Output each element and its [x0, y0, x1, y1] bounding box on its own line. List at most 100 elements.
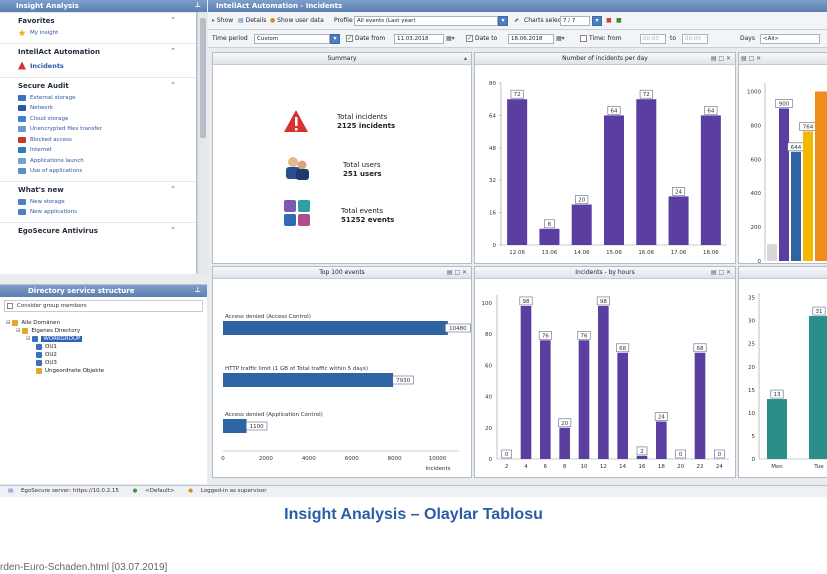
tree-node[interactable]: OU1 — [6, 343, 207, 351]
x-tick-label: 10 — [581, 464, 588, 470]
chevron-up-icon[interactable]: ⌃ — [170, 47, 176, 55]
calendar-icon[interactable]: ▦▾ — [556, 34, 565, 44]
export-pdf-icon[interactable]: ■ — [606, 16, 612, 26]
days-select[interactable]: <All> — [760, 34, 820, 44]
pin-icon[interactable]: ⊥ — [195, 1, 201, 9]
profile-status[interactable]: ● <Default> — [133, 488, 181, 494]
time-checkbox[interactable]: Time: from — [580, 34, 622, 44]
nav-item[interactable]: External storage — [0, 93, 196, 104]
user-status: ● Logged-in as supervisor — [188, 488, 272, 494]
incidents-by-hours-title: Incidents - by hours — [575, 269, 635, 276]
bar-value-label: 98 — [600, 299, 607, 305]
y-tick-label: 80 — [485, 332, 492, 338]
export-excel-icon[interactable]: ■ — [616, 16, 622, 26]
show-button[interactable]: ▸ Show — [212, 16, 233, 26]
nav-item[interactable]: Network — [0, 103, 196, 114]
bar-value-label: 76 — [542, 333, 549, 339]
nav-item-label: Network — [30, 105, 53, 111]
nav-item[interactable]: Internet — [0, 145, 196, 156]
collapse-icon[interactable]: ▴ — [464, 53, 467, 65]
nav-item[interactable]: Blocked access — [0, 135, 196, 146]
x-tick-label: 2 — [505, 464, 509, 470]
nav-section-header[interactable]: Favorites ⌃ — [0, 12, 196, 28]
charts-selection-field[interactable]: 7 / 7 — [560, 16, 590, 26]
y-tick-label: 5 — [752, 434, 756, 440]
chevron-up-icon[interactable]: ⌃ — [170, 81, 176, 89]
nav-scrollbar-thumb[interactable] — [200, 18, 206, 138]
folder-icon — [12, 319, 19, 326]
bar-value-label: 1100 — [250, 424, 264, 430]
nav-scrollbar[interactable] — [197, 12, 207, 274]
checkbox-checked-icon[interactable]: ✓ — [466, 35, 473, 42]
bar-value-label: 76 — [581, 333, 588, 339]
nav-section-header[interactable]: Secure Audit ⌃ — [0, 76, 196, 93]
time-from-field[interactable]: 00:00 — [640, 34, 666, 44]
nav-section-header[interactable]: IntellAct Automation ⌃ — [0, 42, 196, 59]
date-from-field[interactable]: 11.03.2018 — [394, 34, 444, 44]
calendar-icon[interactable]: ▦▾ — [446, 34, 455, 44]
tree-node[interactable]: ⊟ Alle Domänen — [6, 319, 207, 327]
panel-controls-icon[interactable]: ▤ □ ✕ — [711, 53, 731, 65]
tree-node[interactable]: ⊟ WORKGROUP — [6, 335, 207, 343]
show-label: Show — [216, 17, 234, 24]
time-to-field[interactable]: 00:00 — [682, 34, 708, 44]
bar — [571, 204, 592, 245]
time-period-select[interactable]: Custom — [254, 34, 330, 44]
tree-node[interactable]: Ungeordnete Objekte — [6, 367, 207, 375]
nav-item[interactable]: New applications — [0, 207, 196, 218]
x-tick-label: 16 — [639, 464, 646, 470]
chevron-up-icon[interactable]: ⌃ — [170, 16, 176, 24]
x-axis-label: Incidents — [425, 466, 450, 472]
checkbox-icon[interactable] — [580, 35, 587, 42]
bar-value-label: 68 — [619, 346, 626, 352]
date-to-checkbox[interactable]: ✓ Date to — [466, 34, 497, 44]
directory-tree: ⊟ Alle Domänen ⊟ Eigenes Directory ⊟ WORKG… — [0, 315, 207, 375]
y-tick-label: 25 — [748, 342, 755, 348]
time-period-dropdown-icon[interactable]: ▾ — [330, 34, 340, 44]
incidents-by-weekday-chart: 0 5 10 15 20 25 30 35 13 Mon 31 Tue — [748, 293, 827, 470]
tree-node[interactable]: OU3 — [6, 359, 207, 367]
nav-item[interactable]: Cloud storage — [0, 114, 196, 125]
pin-icon[interactable]: ⊥ — [195, 286, 201, 294]
tree-node[interactable]: ⊟ Eigenes Directory — [6, 327, 207, 335]
group-icon — [32, 335, 39, 342]
nav-item[interactable]: Use of applications — [0, 166, 196, 177]
tree-node[interactable]: OU2 — [6, 351, 207, 359]
nav-item[interactable]: Applications launch — [0, 156, 196, 167]
left-pane: Insight Analysis ⊥ Favorites ⌃ My insight I… — [0, 0, 207, 497]
checkbox-icon[interactable] — [7, 303, 13, 309]
nav-item[interactable]: New storage — [0, 197, 196, 208]
total-users-value: 251 users — [343, 170, 382, 178]
server-status: ▤ EgoSecure server: https://10.0.2.15 — [8, 488, 125, 494]
time-period-label: Time period — [212, 35, 248, 42]
nav-item-label: Applications launch — [30, 157, 84, 164]
bar — [578, 340, 590, 459]
chevron-up-icon[interactable]: ⌃ — [170, 185, 176, 193]
details-button[interactable]: ▤ Details — [238, 16, 266, 26]
consider-group-members-checkbox[interactable]: Consider group members — [4, 300, 203, 312]
bar — [559, 427, 570, 459]
nav-item-label: Internet — [30, 147, 52, 153]
chevron-up-icon[interactable]: ⌃ — [170, 226, 176, 234]
nav-section-header[interactable]: EgoSecure Antivirus ⌃ — [0, 221, 196, 238]
profile-select[interactable]: All events (Last year) — [354, 16, 498, 26]
panel-controls-icon[interactable]: ▤ □ ✕ — [447, 267, 467, 279]
nav-item[interactable]: Unencrypted files transfer — [0, 124, 196, 135]
checkbox-checked-icon[interactable]: ✓ — [346, 35, 353, 42]
nav-item[interactable]: Incidents — [0, 59, 196, 73]
profile-dropdown-icon[interactable]: ▾ — [498, 16, 508, 26]
panel-controls-icon[interactable]: ▤ □ ✕ — [741, 53, 761, 65]
date-to-field[interactable]: 18.06.2018 — [508, 34, 554, 44]
warning-icon — [18, 61, 26, 70]
show-user-data-button[interactable]: ● Show user data — [270, 16, 324, 26]
bar-value-label: 900 — [779, 101, 790, 107]
warning-icon — [284, 110, 308, 132]
nav-item[interactable]: My insight — [0, 28, 196, 39]
date-from-checkbox[interactable]: ✓ Date from — [346, 34, 385, 44]
nav-section-header[interactable]: What's new ⌃ — [0, 180, 196, 197]
bar-value-label: 64 — [611, 108, 618, 114]
panel-controls-icon[interactable]: ▤ □ ✕ — [711, 267, 731, 279]
drive-icon — [18, 94, 26, 101]
charts-dropdown-icon[interactable]: ▾ — [592, 16, 602, 26]
bar — [815, 91, 827, 261]
